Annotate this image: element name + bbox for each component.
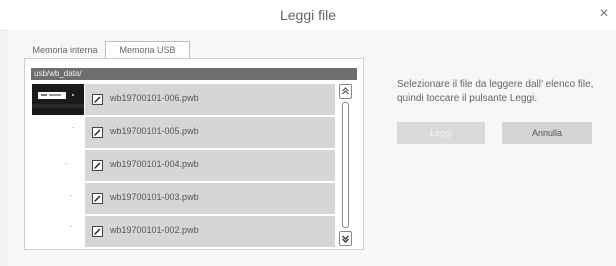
file-thumbnail: [32, 84, 84, 115]
file-entry[interactable]: wb19700101-006.pwb: [85, 84, 335, 115]
file-name: wb19700101-002.pwb: [110, 225, 199, 235]
file-name: wb19700101-006.pwb: [110, 93, 199, 103]
file-entry[interactable]: wb19700101-004.pwb: [85, 150, 335, 181]
scroll-thumb[interactable]: [342, 102, 349, 228]
edit-checkbox-icon[interactable]: [92, 127, 103, 138]
close-icon[interactable]: ×: [595, 5, 613, 23]
double-chevron-down-icon: [342, 235, 349, 243]
cancel-button[interactable]: Annulla: [502, 122, 592, 144]
file-entry[interactable]: wb19700101-005.pwb: [85, 117, 335, 148]
tab-usb-memory[interactable]: Memoria USB: [105, 41, 190, 58]
file-row[interactable]: wb19700101-003.pwb: [31, 183, 335, 214]
file-browser-panel: usb/wb_data/ wb19700101-006.pwb wb197001…: [24, 58, 364, 250]
current-path: usb/wb_data/: [31, 68, 357, 80]
dialog-title: Leggi file: [279, 7, 337, 23]
title-bar: Leggi file ×: [0, 0, 616, 31]
file-name: wb19700101-004.pwb: [110, 159, 199, 169]
tab-internal-memory[interactable]: Memoria interna: [24, 42, 106, 58]
edit-checkbox-icon[interactable]: [92, 226, 103, 237]
file-thumbnail: [32, 216, 84, 247]
file-row[interactable]: wb19700101-002.pwb: [31, 216, 335, 247]
scroll-down-button[interactable]: [339, 231, 352, 246]
scrollbar[interactable]: [338, 84, 352, 246]
scroll-up-button[interactable]: [339, 84, 352, 99]
double-chevron-up-icon: [342, 87, 349, 95]
file-thumbnail: [32, 183, 84, 214]
file-thumbnail: [32, 150, 84, 181]
file-thumbnail: [32, 117, 84, 148]
file-name: wb19700101-005.pwb: [110, 126, 199, 136]
instructions-text: Selezionare il file da leggere dall’ ele…: [397, 79, 594, 104]
file-name: wb19700101-003.pwb: [110, 192, 199, 202]
edit-checkbox-icon[interactable]: [92, 94, 103, 105]
file-row[interactable]: wb19700101-005.pwb: [31, 117, 335, 148]
read-button[interactable]: Leggi: [397, 122, 485, 144]
file-row[interactable]: wb19700101-006.pwb: [31, 84, 335, 115]
file-entry[interactable]: wb19700101-002.pwb: [85, 216, 335, 247]
file-row[interactable]: wb19700101-004.pwb: [31, 150, 335, 181]
file-entry[interactable]: wb19700101-003.pwb: [85, 183, 335, 214]
edit-checkbox-icon[interactable]: [92, 160, 103, 171]
edit-checkbox-icon[interactable]: [92, 193, 103, 204]
